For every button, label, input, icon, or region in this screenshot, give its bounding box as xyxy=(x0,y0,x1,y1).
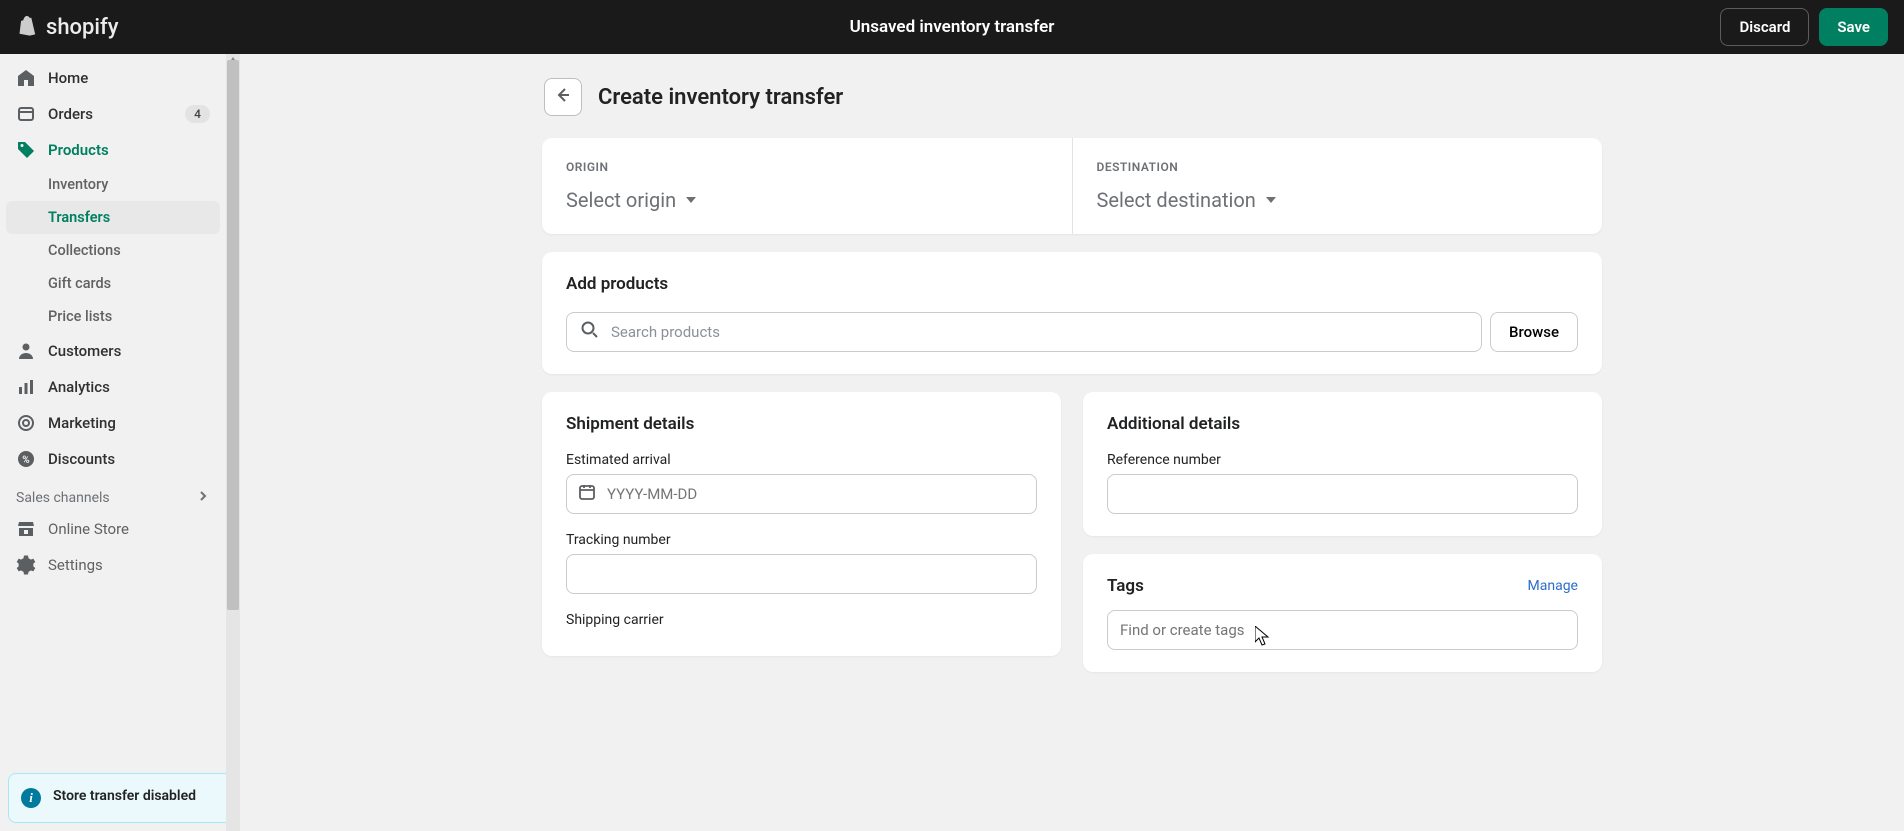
nav-label: Home xyxy=(48,69,88,87)
destination-select[interactable]: Select destination xyxy=(1097,188,1579,212)
destination-label: DESTINATION xyxy=(1097,160,1579,174)
estimated-arrival-input[interactable] xyxy=(566,474,1037,514)
home-icon xyxy=(16,68,36,88)
context-title: Unsaved inventory transfer xyxy=(850,17,1055,37)
sidebar: Home Orders 4 Products Inventory Transfe… xyxy=(0,54,240,831)
tracking-number-input[interactable] xyxy=(566,554,1037,594)
origin-select[interactable]: Select origin xyxy=(566,188,1048,212)
target-icon xyxy=(16,413,36,433)
back-button[interactable] xyxy=(544,78,582,116)
origin-label: ORIGIN xyxy=(566,160,1048,174)
additional-details-card: Additional details Reference number xyxy=(1083,392,1602,536)
store-icon xyxy=(16,519,36,539)
shipment-details-card: Shipment details Estimated arrival Track… xyxy=(542,392,1061,656)
topbar-actions: Discard Save xyxy=(1720,8,1888,46)
reference-number-label: Reference number xyxy=(1107,452,1578,468)
topbar: shopify Unsaved inventory transfer Disca… xyxy=(0,0,1904,54)
arrow-left-icon xyxy=(553,85,573,109)
page-header: Create inventory transfer xyxy=(542,78,1602,116)
scroll-thumb[interactable] xyxy=(227,60,239,610)
orders-icon xyxy=(16,104,36,124)
nav-gift-cards[interactable]: Gift cards xyxy=(0,267,226,300)
nav-analytics[interactable]: Analytics xyxy=(0,369,226,405)
tags-input[interactable] xyxy=(1107,610,1578,650)
search-icon xyxy=(580,320,600,344)
add-products-title: Add products xyxy=(566,274,1578,294)
shopify-logo-icon xyxy=(16,15,40,39)
tracking-number-label: Tracking number xyxy=(566,532,1037,548)
nav-online-store[interactable]: Online Store xyxy=(0,511,226,547)
nav-customers[interactable]: Customers xyxy=(0,333,226,369)
tags-title: Tags xyxy=(1107,576,1144,596)
info-icon: i xyxy=(21,788,41,808)
gear-icon xyxy=(16,555,36,575)
caret-down-icon xyxy=(1266,197,1276,203)
svg-text:%: % xyxy=(22,455,29,466)
nav-inventory[interactable]: Inventory xyxy=(0,168,226,201)
nav-discounts[interactable]: % Discounts xyxy=(0,441,226,477)
nav-collections[interactable]: Collections xyxy=(0,234,226,267)
save-button[interactable]: Save xyxy=(1819,8,1888,46)
manage-tags-link[interactable]: Manage xyxy=(1528,578,1578,594)
main-content: Create inventory transfer ORIGIN Select … xyxy=(240,54,1904,831)
person-icon xyxy=(16,341,36,361)
additional-details-title: Additional details xyxy=(1107,414,1578,434)
caret-down-icon xyxy=(686,197,696,203)
chevron-right-icon[interactable] xyxy=(196,489,210,507)
discard-button[interactable]: Discard xyxy=(1720,8,1809,46)
page-title: Create inventory transfer xyxy=(598,85,843,110)
nav-label: Products xyxy=(48,141,109,159)
calendar-icon xyxy=(578,483,596,505)
origin-section: ORIGIN Select origin xyxy=(542,138,1073,234)
estimated-arrival-label: Estimated arrival xyxy=(566,452,1037,468)
nav-settings[interactable]: Settings xyxy=(0,547,226,583)
add-products-card: Add products Browse xyxy=(542,252,1602,374)
sales-channels-header: Sales channels xyxy=(0,477,226,511)
shipping-carrier-label: Shipping carrier xyxy=(566,612,1037,628)
destination-section: DESTINATION Select destination xyxy=(1073,138,1603,234)
browse-button[interactable]: Browse xyxy=(1490,312,1578,352)
orders-badge: 4 xyxy=(185,105,210,123)
nav-price-lists[interactable]: Price lists xyxy=(0,300,226,333)
logo[interactable]: shopify xyxy=(16,15,119,40)
tags-card: Tags Manage xyxy=(1083,554,1602,672)
brand-text: shopify xyxy=(46,15,119,40)
nav-transfers[interactable]: Transfers xyxy=(6,201,220,234)
reference-number-input[interactable] xyxy=(1107,474,1578,514)
sidebar-scrollbar[interactable] xyxy=(226,54,240,831)
product-search-input[interactable] xyxy=(566,312,1482,352)
nav-orders[interactable]: Orders 4 xyxy=(0,96,226,132)
alert-store-transfer: i Store transfer disabled xyxy=(8,773,232,823)
nav-label: Orders xyxy=(48,105,93,123)
tag-icon xyxy=(16,140,36,160)
nav-home[interactable]: Home xyxy=(0,60,226,96)
origin-destination-card: ORIGIN Select origin DESTINATION Select … xyxy=(542,138,1602,234)
shipment-details-title: Shipment details xyxy=(566,414,1037,434)
discount-icon: % xyxy=(16,449,36,469)
bars-icon xyxy=(16,377,36,397)
nav-products[interactable]: Products xyxy=(0,132,226,168)
nav-marketing[interactable]: Marketing xyxy=(0,405,226,441)
